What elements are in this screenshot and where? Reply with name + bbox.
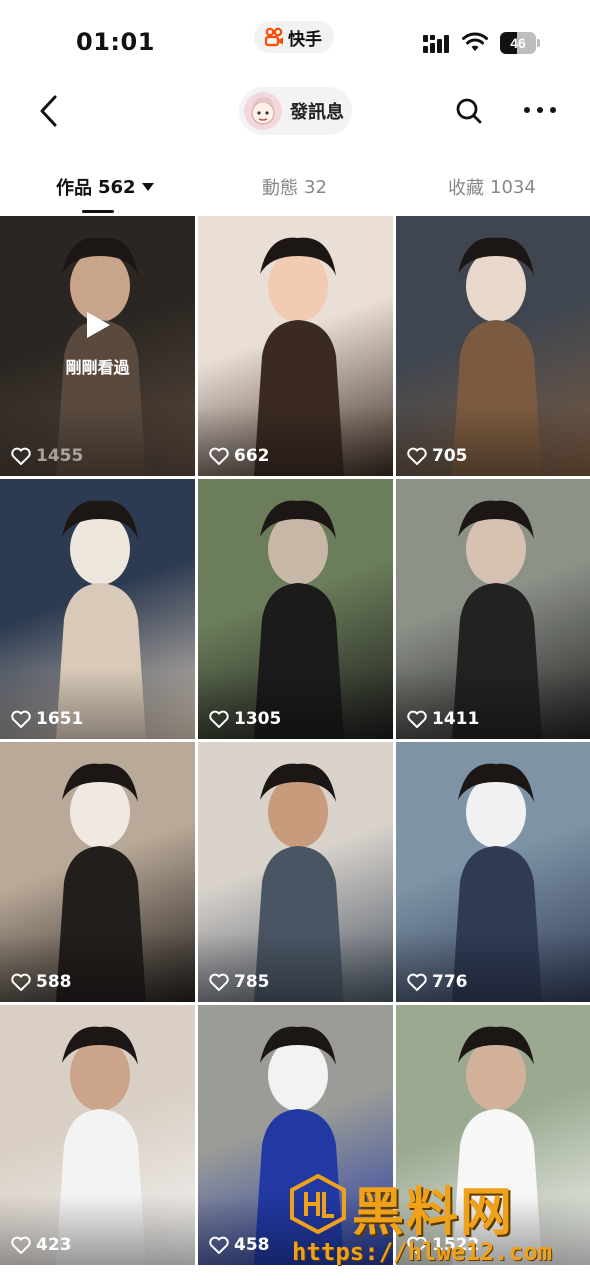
like-count-value: 423 (36, 1235, 72, 1255)
like-count: 1411 (407, 709, 479, 729)
video-grid: 剛剛看過 1455 662 705 1651 1305 1411 588 785 776 423 45… (0, 216, 590, 1280)
like-count: 785 (209, 972, 270, 992)
chevron-left-icon[interactable] (34, 94, 64, 128)
heart-icon (407, 710, 427, 728)
avatar (244, 92, 282, 130)
active-tab-indicator (82, 210, 114, 213)
heart-icon (209, 973, 229, 991)
heart-icon (11, 447, 31, 465)
more-icon[interactable] (523, 105, 557, 115)
like-count-value: 662 (234, 446, 270, 466)
like-count: 588 (11, 972, 72, 992)
tab-works[interactable]: 作品 562 (56, 174, 154, 200)
status-bar: 01:01 快手 46 (0, 0, 590, 80)
status-time: 01:01 (76, 28, 155, 56)
wifi-icon (462, 32, 488, 51)
video-thumbnail[interactable]: 1411 (396, 479, 590, 739)
tab-count: 562 (98, 176, 136, 198)
tab-favorites[interactable]: 收藏 1034 (448, 174, 536, 200)
like-count: 458 (209, 1235, 270, 1255)
like-count: 1651 (11, 709, 83, 729)
recently-watched-overlay: 剛剛看過 (0, 310, 195, 378)
heart-icon (11, 973, 31, 991)
video-thumbnail[interactable]: 785 (198, 742, 393, 1002)
video-thumbnail[interactable]: 1305 (198, 479, 393, 739)
like-count-value: 705 (432, 446, 468, 466)
profile-nav-bar: 發訊息 (0, 80, 590, 144)
heart-icon (407, 973, 427, 991)
kuaishou-logo-icon (264, 27, 284, 47)
video-thumbnail[interactable]: 776 (396, 742, 590, 1002)
like-count: 1305 (209, 709, 281, 729)
heart-icon (209, 447, 229, 465)
cellular-signal-icon (423, 35, 449, 53)
watermark: 黑料网 https://hlwe12.com (288, 1170, 588, 1278)
tab-label: 作品 (56, 178, 92, 199)
send-message-label: 發訊息 (290, 102, 344, 123)
heart-icon (209, 1236, 229, 1254)
like-count: 423 (11, 1235, 72, 1255)
search-icon[interactable] (455, 97, 483, 125)
like-count-value: 458 (234, 1235, 270, 1255)
like-count-value: 1455 (36, 446, 84, 466)
app-name: 快手 (288, 29, 322, 50)
video-thumbnail[interactable]: 剛剛看過 1455 (0, 216, 195, 476)
heart-icon (11, 710, 31, 728)
tab-moments[interactable]: 動態 32 (262, 174, 327, 200)
watermark-url: https://hlwe12.com (292, 1238, 553, 1266)
heart-icon (209, 710, 229, 728)
video-thumbnail[interactable]: 1651 (0, 479, 195, 739)
like-count-value: 1305 (234, 709, 282, 729)
battery-indicator: 46 (500, 32, 540, 54)
like-count-value: 588 (36, 972, 72, 992)
like-count-value: 785 (234, 972, 270, 992)
watermark-brand: 黑料网 (352, 1183, 515, 1243)
like-count-value: 1411 (432, 709, 480, 729)
video-thumbnail[interactable]: 705 (396, 216, 590, 476)
video-thumbnail[interactable]: 423 (0, 1005, 195, 1265)
heart-icon (407, 447, 427, 465)
current-app-pill[interactable]: 快手 (254, 21, 334, 53)
play-icon (86, 312, 110, 338)
tab-count: 1034 (490, 176, 536, 198)
video-thumbnail[interactable]: 588 (0, 742, 195, 1002)
battery-level: 46 (510, 35, 526, 51)
tab-label: 動態 (262, 178, 298, 199)
like-count-value: 776 (432, 972, 468, 992)
heart-icon (11, 1236, 31, 1254)
like-count: 1455 (11, 446, 83, 466)
video-thumbnail[interactable]: 662 (198, 216, 393, 476)
like-count: 662 (209, 446, 270, 466)
like-count-value: 1651 (36, 709, 84, 729)
tab-count: 32 (304, 176, 327, 198)
recently-watched-label: 剛剛看過 (65, 358, 130, 377)
profile-tabs: 作品 562 動態 32 收藏 1034 (0, 160, 590, 216)
watermark-logo-icon (290, 1174, 346, 1234)
like-count: 705 (407, 446, 468, 466)
like-count: 776 (407, 972, 468, 992)
send-message-button[interactable]: 發訊息 (239, 87, 352, 135)
caret-down-icon[interactable] (141, 183, 154, 191)
tab-label: 收藏 (448, 178, 484, 199)
